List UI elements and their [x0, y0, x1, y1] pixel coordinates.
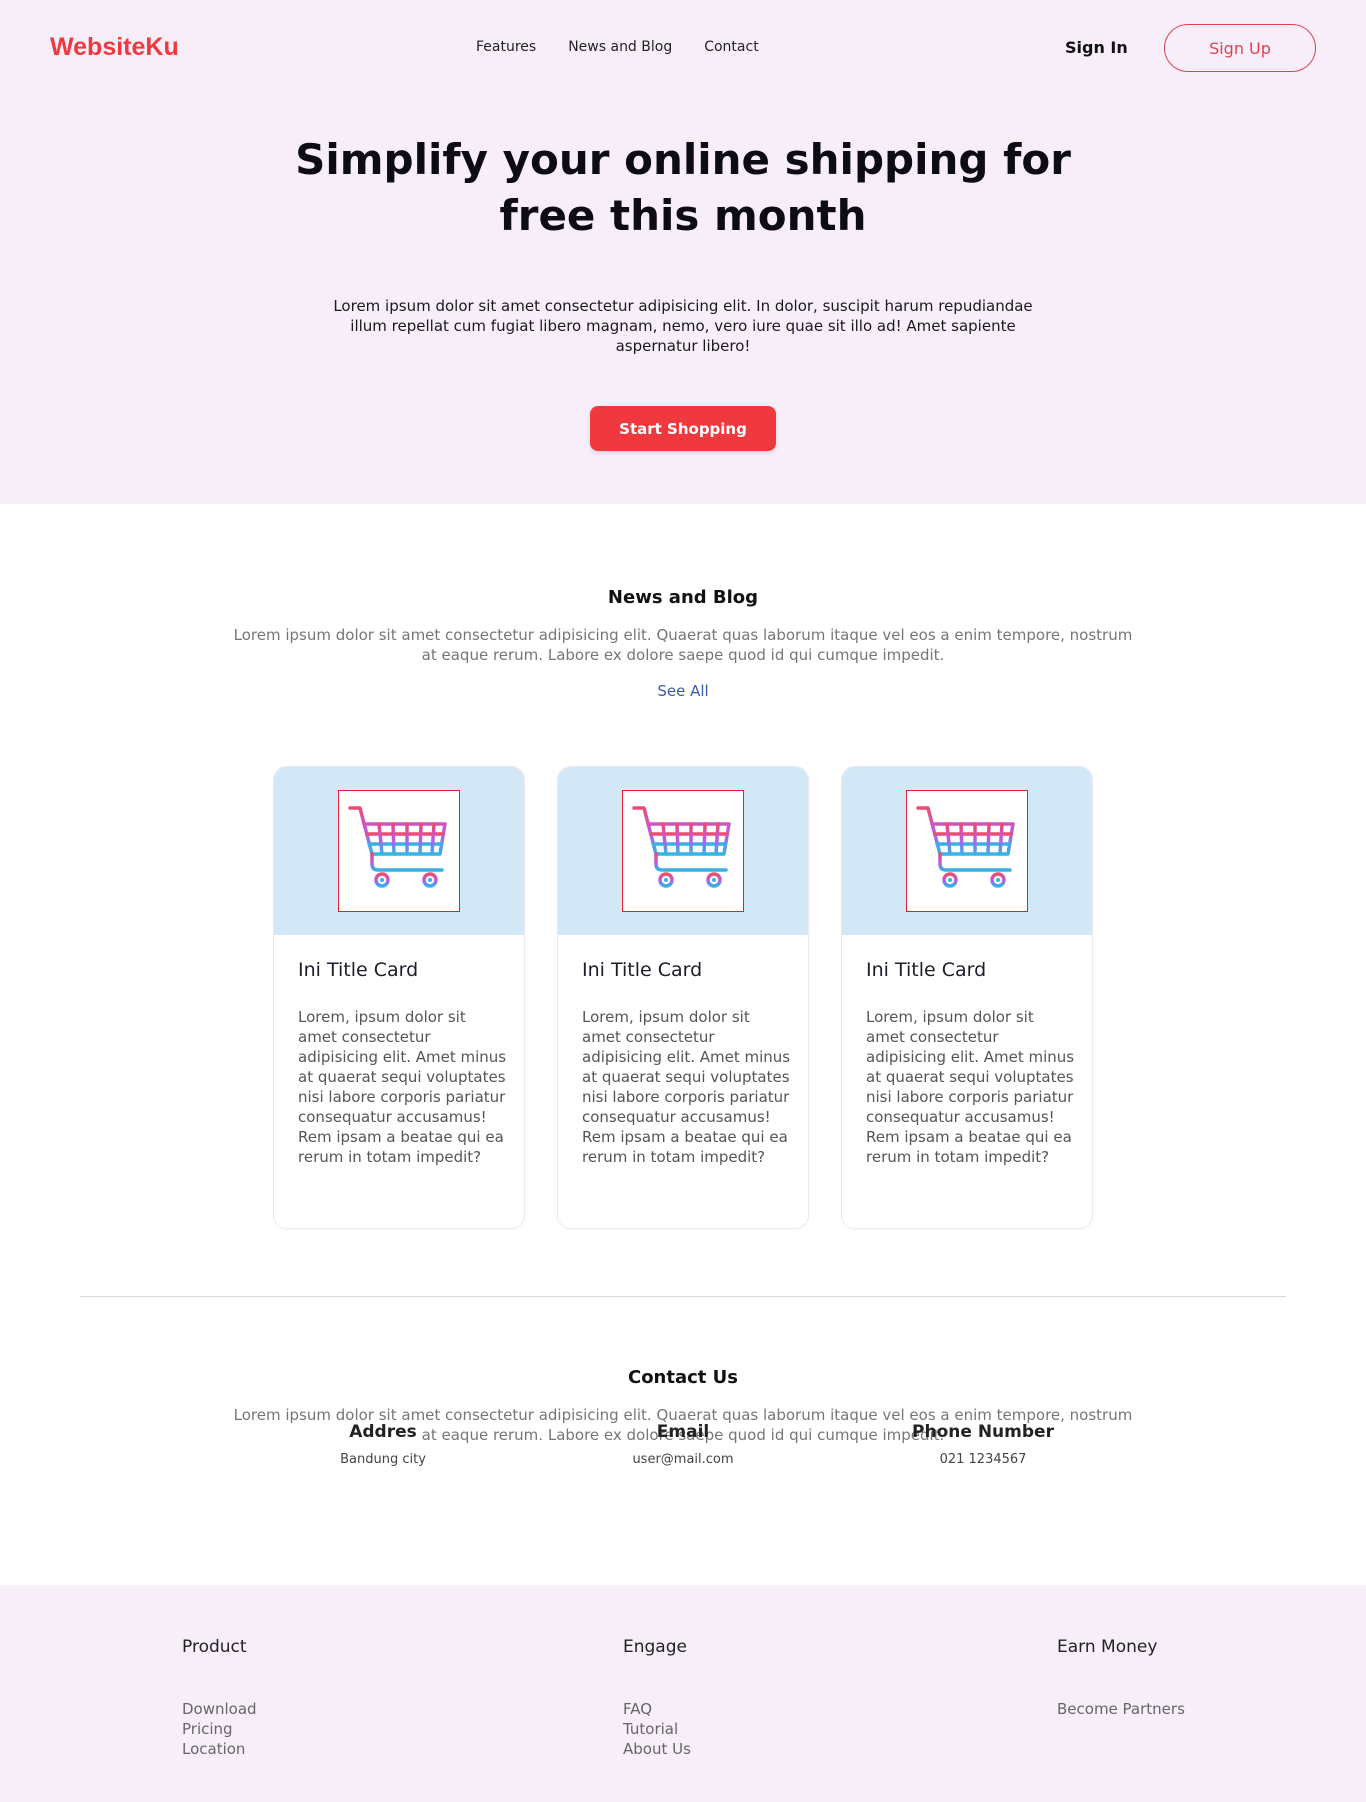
footer-heading: Engage	[623, 1637, 687, 1657]
news-card[interactable]: Ini Title Card Lorem, ipsum dolor sit am…	[273, 766, 525, 1229]
news-card[interactable]: Ini Title Card Lorem, ipsum dolor sit am…	[557, 766, 809, 1229]
footer-links: Become Partners	[1057, 1699, 1185, 1719]
card-title: Ini Title Card	[866, 959, 987, 981]
card-image-area	[842, 767, 1092, 935]
card-title: Ini Title Card	[582, 959, 703, 981]
footer-heading: Product	[182, 1637, 247, 1657]
see-all-link[interactable]: See All	[0, 682, 1366, 700]
contact-label: Email	[656, 1422, 710, 1442]
contact-label: Phone Number	[912, 1422, 1054, 1442]
nav-link-features[interactable]: Features	[476, 39, 536, 55]
brand-logo[interactable]: WebsiteKu	[50, 33, 179, 62]
footer-link-download[interactable]: Download	[182, 1699, 257, 1719]
footer-link-tutorial[interactable]: Tutorial	[623, 1719, 691, 1739]
news-section: News and Blog Lorem ipsum dolor sit amet…	[0, 504, 1366, 1298]
news-card[interactable]: Ini Title Card Lorem, ipsum dolor sit am…	[841, 766, 1093, 1229]
card-image-area	[274, 767, 524, 935]
hero-title: Simplify your online shipping for free t…	[295, 135, 1071, 240]
card-image	[622, 790, 744, 912]
card-image-area	[558, 767, 808, 935]
card-image	[338, 790, 460, 912]
contact-address: Addres Bandung city	[283, 1422, 483, 1467]
footer-links: Download Pricing Location	[182, 1699, 257, 1759]
footer-column-engage: Engage FAQ Tutorial About Us	[623, 1637, 691, 1759]
footer-column-earn-money: Earn Money Become Partners	[1057, 1637, 1185, 1719]
contact-label: Addres	[349, 1422, 417, 1442]
hero-section: WebsiteKu Features News and Blog Contact…	[0, 0, 1366, 504]
footer-link-faq[interactable]: FAQ	[623, 1699, 691, 1719]
contact-value: 021 1234567	[939, 1452, 1027, 1467]
card-title: Ini Title Card	[298, 959, 419, 981]
card-text: Lorem, ipsum dolor sit amet consectetur …	[582, 1008, 791, 1166]
footer-link-location[interactable]: Location	[182, 1739, 257, 1759]
nav-links: Features News and Blog Contact	[476, 39, 759, 55]
section-divider	[80, 1296, 1286, 1297]
card-image	[906, 790, 1028, 912]
card-text: Lorem, ipsum dolor sit amet consectetur …	[866, 1008, 1075, 1166]
contact-value: Bandung city	[340, 1452, 426, 1467]
footer-heading: Earn Money	[1057, 1637, 1158, 1657]
contact-value[interactable]: user@mail.com	[583, 1452, 783, 1467]
top-navigation: WebsiteKu Features News and Blog Contact…	[0, 0, 1366, 96]
footer-link-become-partners[interactable]: Become Partners	[1057, 1699, 1185, 1719]
card-text: Lorem, ipsum dolor sit amet consectetur …	[298, 1008, 507, 1166]
news-title: News and Blog	[607, 587, 759, 608]
shopping-cart-icon	[632, 806, 731, 888]
contact-section: Contact Us Lorem ipsum dolor sit amet co…	[0, 1298, 1366, 1585]
nav-link-news-and-blog[interactable]: News and Blog	[568, 39, 672, 55]
sign-in-link[interactable]: Sign In	[1065, 38, 1128, 57]
footer-link-pricing[interactable]: Pricing	[182, 1719, 257, 1739]
start-shopping-button[interactable]: Start Shopping	[590, 406, 776, 451]
footer: Product Download Pricing Location Engage…	[0, 1585, 1366, 1802]
nav-link-contact[interactable]: Contact	[704, 39, 758, 55]
news-description: Lorem ipsum dolor sit amet consectetur a…	[233, 626, 1133, 664]
contact-phone: Phone Number 021 1234567	[883, 1422, 1083, 1467]
shopping-cart-icon	[916, 806, 1015, 888]
hero-description: Lorem ipsum dolor sit amet consectetur a…	[333, 297, 1033, 355]
footer-column-product: Product Download Pricing Location	[182, 1637, 257, 1759]
footer-link-about-us[interactable]: About Us	[623, 1739, 691, 1759]
footer-links: FAQ Tutorial About Us	[623, 1699, 691, 1759]
sign-up-button[interactable]: Sign Up	[1164, 24, 1316, 72]
contact-email: Email user@mail.com	[583, 1422, 783, 1467]
shopping-cart-icon	[348, 806, 447, 888]
contact-title: Contact Us	[627, 1367, 738, 1388]
